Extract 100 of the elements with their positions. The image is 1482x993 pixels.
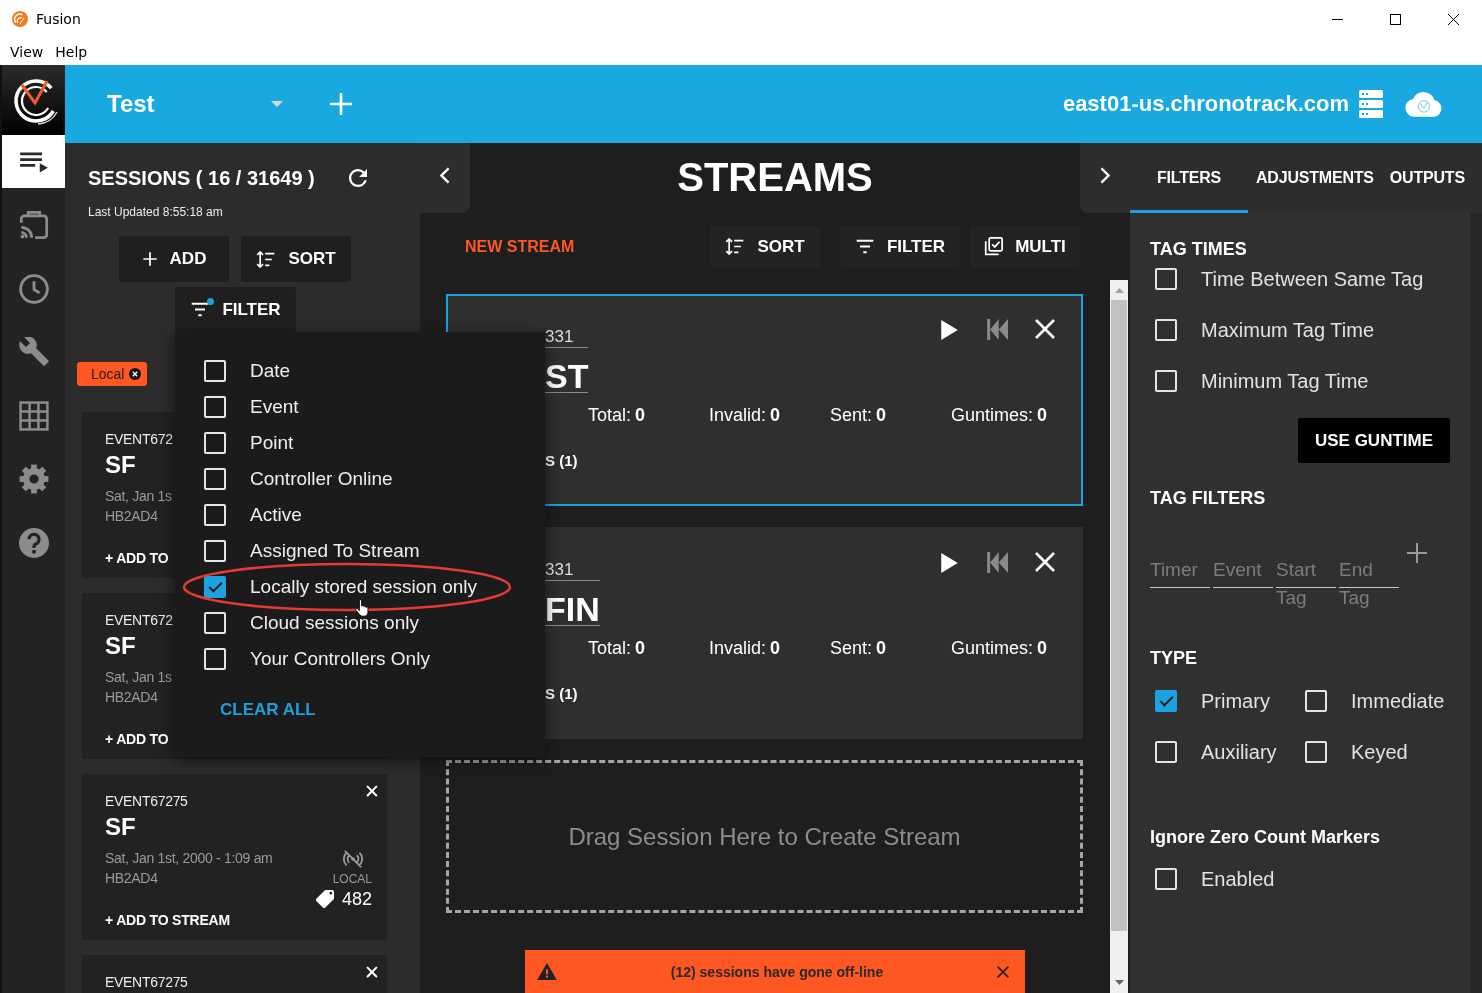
add-to-stream-button[interactable]: + ADD TO [105, 731, 169, 747]
wrench-icon [18, 337, 49, 367]
filter-option-label[interactable]: Point [250, 432, 294, 454]
device-id: HB2AD4 [105, 869, 158, 887]
section-title: Ignore Zero Count Markers [1150, 826, 1381, 848]
session-date: Sat, Jan 1s [105, 668, 172, 686]
stat-label: Guntimes: [951, 637, 1034, 659]
session-date: Sat, Jan 1st, 2000 - 1:09 am [105, 849, 273, 867]
help-icon [18, 527, 49, 558]
add-button[interactable]: ADD [119, 236, 229, 282]
section-title: TAG FILTERS [1150, 487, 1266, 509]
remove-chip-icon[interactable] [129, 368, 142, 380]
filter-option-label[interactable]: Controller Online [250, 468, 393, 490]
session-event: EVENT67275 [105, 974, 188, 990]
stat-label: Invalid: [709, 404, 767, 426]
tab[interactable]: ADJUSTMENTS [1248, 143, 1382, 213]
device-id: HB2AD4 [105, 507, 158, 525]
filter-button[interactable]: FILTER [175, 287, 296, 332]
sort-button[interactable]: SORT [241, 236, 351, 282]
close-icon [1447, 13, 1459, 25]
checkbox-label[interactable]: Auxiliary [1201, 740, 1277, 764]
skip-back-icon[interactable] [986, 552, 1008, 573]
checkbox[interactable] [1155, 690, 1177, 712]
last-updated: Last Updated 8:55:18 am [88, 205, 223, 219]
caret-down-icon [271, 101, 283, 107]
tag-count: 482 [341, 889, 372, 909]
drop-zone: Drag Session Here to Create Stream [446, 760, 1083, 913]
checkbox-label[interactable]: Immediate [1351, 689, 1445, 713]
close-button[interactable]: ✕ [364, 962, 380, 982]
plus-icon [141, 251, 158, 267]
plus-icon [1407, 543, 1427, 563]
filter-chip[interactable]: Local [77, 362, 148, 386]
use-guntime-button[interactable]: USE GUNTIME [1298, 418, 1450, 463]
app-logo-icon [12, 11, 28, 27]
session-event: EVENT672 [105, 612, 173, 628]
add-to-stream-button[interactable]: + ADD TO STREAM [105, 912, 230, 928]
checkbox-label[interactable]: Time Between Same Tag [1201, 267, 1424, 291]
plus-icon [330, 93, 352, 115]
maximize-icon [1389, 13, 1401, 25]
multi-select-icon [984, 237, 1004, 256]
filter-option-label[interactable]: Assigned To Stream [250, 540, 420, 562]
sessions-count[interactable]: S (1) [545, 685, 578, 703]
close-button[interactable]: ✕ [364, 781, 380, 801]
menu-item[interactable]: View [4, 41, 50, 62]
filter-option-label[interactable]: Cloud sessions only [250, 612, 419, 634]
streams-title: STREAMS [677, 154, 873, 201]
session-event: EVENT672 [105, 431, 173, 447]
tag-icon [315, 890, 334, 908]
filter-option-label[interactable]: Event [250, 396, 299, 418]
grid-icon [18, 400, 49, 431]
server-icon [1359, 90, 1383, 118]
clock-icon [18, 273, 49, 304]
add-filter-button[interactable] [1407, 543, 1427, 563]
sessions-count[interactable]: S (1) [545, 452, 578, 470]
checkbox-label[interactable]: Minimum Tag Time [1201, 369, 1369, 393]
session-name: SF [105, 632, 136, 660]
menu-item[interactable]: Help [49, 41, 94, 62]
filter-button[interactable]: FILTER [840, 225, 960, 268]
add-event-button[interactable] [330, 93, 352, 115]
session-date: Sat, Jan 1s [105, 487, 172, 505]
stat-value: 0 [876, 637, 887, 659]
minimize-icon [1331, 18, 1343, 20]
add-to-stream-button[interactable]: + ADD TO [105, 550, 169, 566]
checkbox-label[interactable]: Primary [1201, 689, 1270, 713]
scrollbar-thumb[interactable] [1111, 300, 1127, 931]
checkbox-label[interactable]: Keyed [1351, 740, 1408, 764]
refresh-icon[interactable] [349, 169, 367, 187]
clear-all-button[interactable]: CLEAR ALL [220, 700, 316, 720]
stat-value: 0 [635, 404, 646, 426]
stat-value: 0 [876, 404, 887, 426]
settings-icon [18, 464, 49, 494]
checkbox[interactable] [204, 576, 226, 598]
section-title: TAG TIMES [1150, 238, 1247, 260]
cast-icon [18, 210, 49, 240]
scroll-down-icon[interactable] [1114, 980, 1124, 985]
stat-label: Guntimes: [951, 404, 1034, 426]
filter-icon [854, 239, 875, 254]
play-icon[interactable] [940, 552, 959, 574]
skip-back-icon[interactable] [986, 319, 1008, 340]
filter-option-label[interactable]: Your Controllers Only [250, 648, 430, 670]
cloud-icon[interactable] [1405, 91, 1443, 117]
play-icon[interactable] [940, 319, 959, 341]
section-title: TYPE [1150, 647, 1197, 669]
checkbox-label[interactable]: Enabled [1201, 867, 1275, 891]
sort-icon [256, 250, 277, 268]
multi-select-button[interactable]: MULTI [970, 225, 1080, 268]
nav-button[interactable] [2, 135, 65, 188]
sort-button[interactable]: SORT [710, 225, 820, 268]
new-stream-button[interactable]: NEW STREAM [465, 237, 575, 256]
filter-option-label[interactable]: Active [250, 504, 302, 526]
window-title: Fusion [36, 11, 81, 27]
chevron-right-icon [1100, 166, 1110, 184]
sort-icon [725, 238, 746, 255]
filter-option-label[interactable]: Date [250, 360, 291, 382]
checkbox-label[interactable]: Maximum Tag Time [1201, 318, 1374, 342]
chevron-left-icon [440, 166, 450, 184]
session-name: SF [105, 451, 136, 479]
stat-label: Total: [588, 637, 632, 659]
tab[interactable]: OUTPUTS [1381, 143, 1473, 213]
hand-cursor-icon [355, 598, 369, 618]
